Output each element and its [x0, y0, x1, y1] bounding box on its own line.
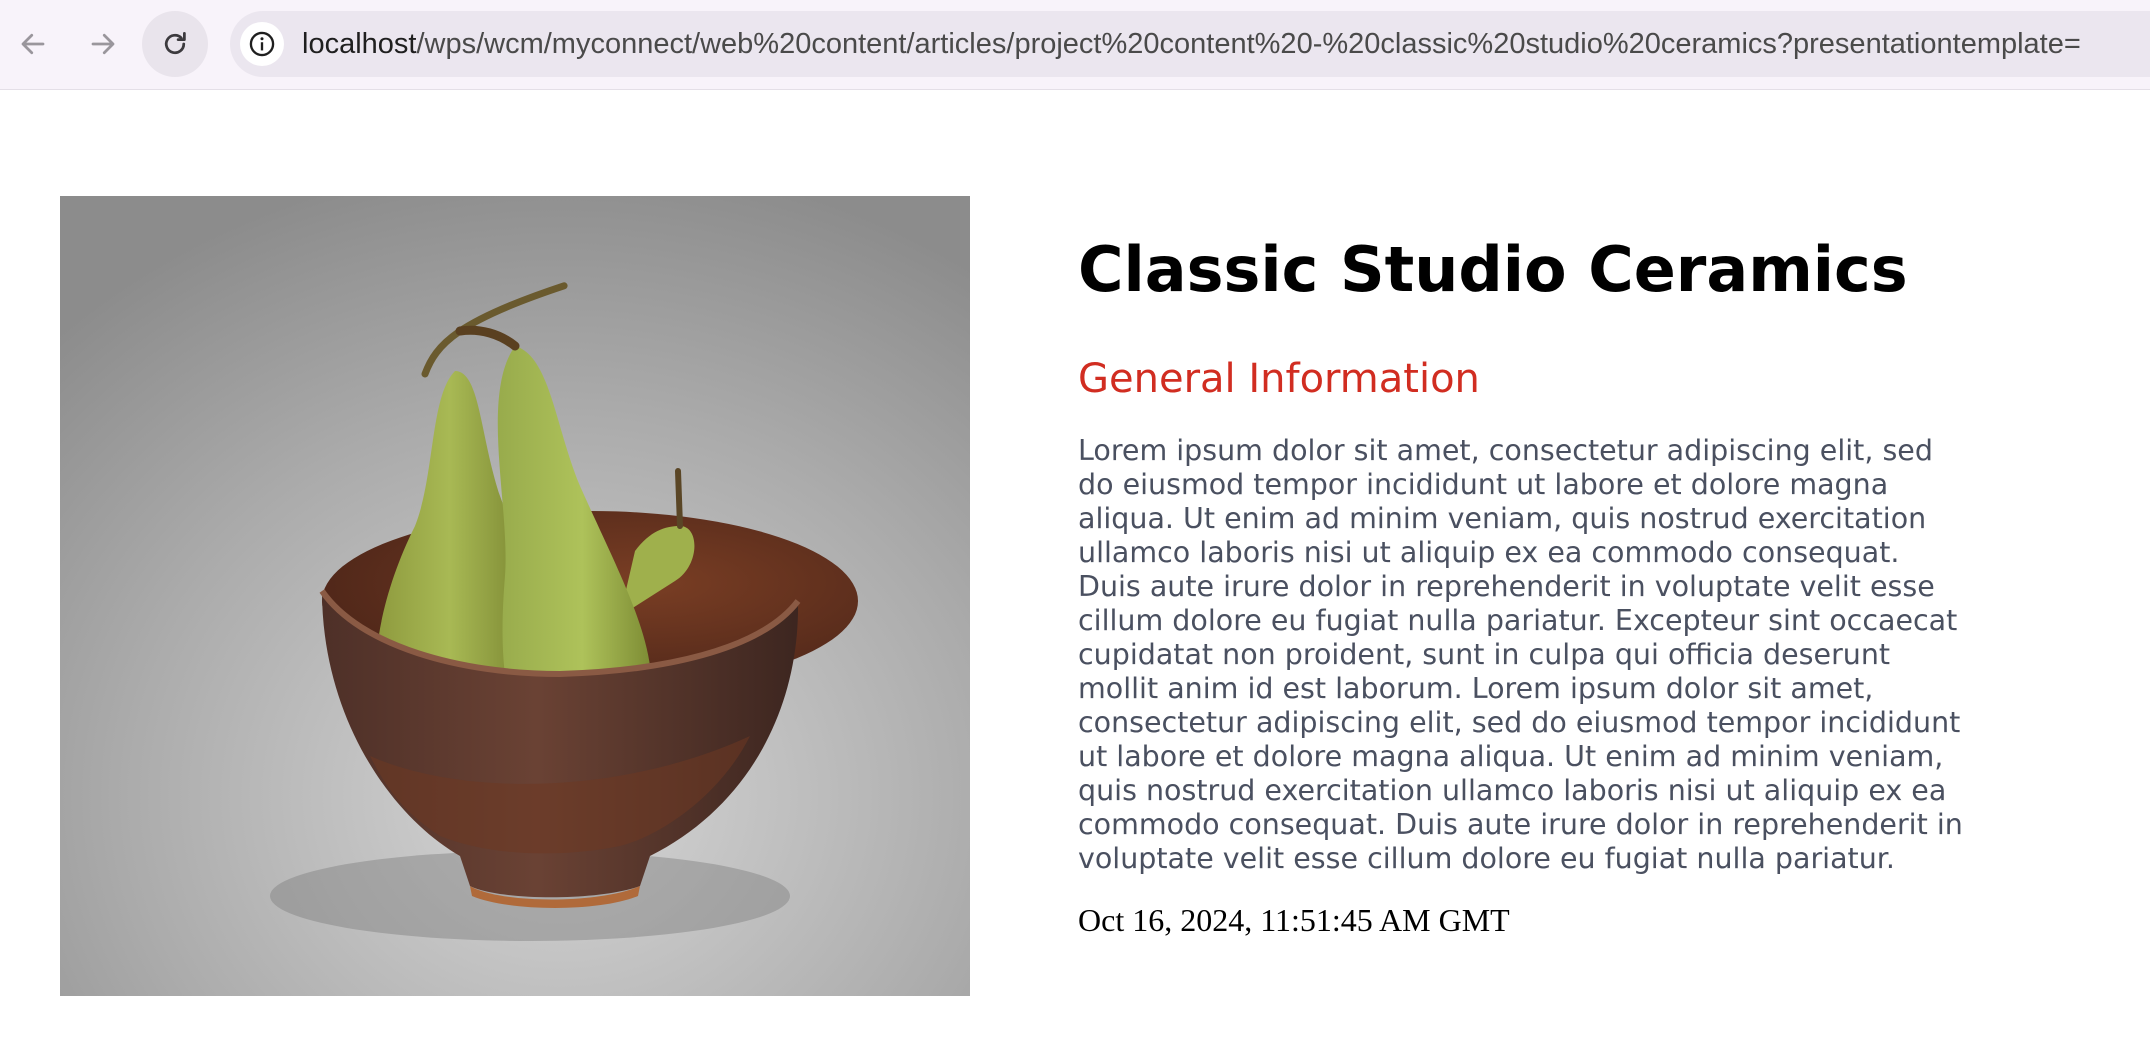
arrow-right-icon: [91, 33, 115, 55]
reload-button[interactable]: [142, 11, 208, 77]
url-host: localhost: [302, 28, 417, 60]
arrow-left-icon: [21, 33, 45, 55]
forward-button[interactable]: [70, 11, 136, 77]
pears-in-bowl-image: [60, 196, 970, 996]
publish-date: Oct 16, 2024, 11:51:45 AM GMT: [1078, 902, 1510, 938]
article-body: Lorem ipsum dolor sit amet, consectetur …: [1078, 434, 1963, 875]
browser-toolbar: localhost/wps/wcm/myconnect/web%20conten…: [0, 0, 2150, 90]
url-text[interactable]: localhost/wps/wcm/myconnect/web%20conten…: [302, 11, 2081, 77]
back-button[interactable]: [0, 11, 66, 77]
url-path: /wps/wcm/myconnect/web%20content/article…: [416, 28, 2081, 60]
reload-icon: [164, 32, 186, 55]
article-image: [60, 196, 970, 996]
info-icon: [249, 31, 275, 57]
article-content: Classic Studio Ceramics General Informat…: [1078, 230, 1978, 939]
site-info-button[interactable]: [240, 22, 284, 66]
page-title: Classic Studio Ceramics: [1078, 233, 1908, 306]
section-heading: General Information: [1078, 356, 1480, 402]
address-bar[interactable]: localhost/wps/wcm/myconnect/web%20conten…: [230, 11, 2150, 77]
